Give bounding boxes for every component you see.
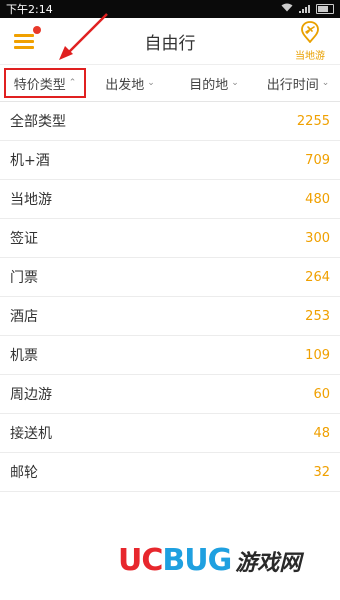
category-label: 周边游 [10, 387, 52, 403]
filter-label: 出行时间 [266, 77, 319, 93]
category-count: 60 [313, 386, 330, 402]
category-count: 109 [305, 347, 330, 363]
category-label: 签证 [10, 231, 38, 247]
category-label: 机+酒 [10, 153, 50, 169]
list-item[interactable]: 机票 109 [0, 336, 340, 375]
category-count: 480 [305, 191, 330, 207]
chevron-down-icon: ⌄ [147, 78, 155, 88]
location-plane-icon [300, 20, 320, 47]
list-item[interactable]: 周边游 60 [0, 375, 340, 414]
app-header: 自由行 当地游 [0, 18, 340, 65]
chevron-down-icon: ⌄ [321, 78, 330, 88]
category-count: 264 [305, 269, 330, 285]
notification-dot [33, 26, 41, 34]
chevron-up-icon: ⌃ [68, 78, 77, 88]
category-label: 接送机 [10, 426, 52, 442]
category-list: 全部类型 2255 机+酒 709 当地游 480 签证 300 门票 264 … [0, 102, 340, 492]
list-item[interactable]: 酒店 253 [0, 297, 340, 336]
status-bar: 下午2:14 [0, 0, 340, 18]
menu-button[interactable] [0, 18, 44, 64]
status-icons [281, 3, 334, 15]
filter-tab-travel-time[interactable]: 出行时间 ⌄ [256, 65, 340, 101]
category-label: 酒店 [10, 309, 38, 325]
category-count: 48 [313, 425, 330, 441]
filter-tab-deal-type[interactable]: 特价类型 ⌃ [4, 68, 86, 98]
filter-tab-departure[interactable]: 出发地 ⌄ [88, 65, 172, 101]
watermark-uc: UC [118, 543, 163, 578]
list-item[interactable]: 全部类型 2255 [0, 102, 340, 141]
filter-label: 目的地 [189, 77, 229, 93]
list-item[interactable]: 签证 300 [0, 219, 340, 258]
filter-label: 特价类型 [13, 77, 66, 93]
filter-tab-destination[interactable]: 目的地 ⌄ [172, 65, 256, 101]
filter-label: 出发地 [105, 77, 145, 93]
filter-bar: 特价类型 ⌃ 出发地 ⌄ 目的地 ⌄ 出行时间 ⌄ [0, 65, 340, 102]
local-tour-button[interactable]: 当地游 [280, 18, 340, 64]
category-count: 253 [305, 308, 330, 324]
signal-icon [299, 5, 310, 13]
category-label: 机票 [10, 348, 38, 364]
category-label: 全部类型 [10, 114, 66, 130]
list-item[interactable]: 机+酒 709 [0, 141, 340, 180]
category-count: 300 [305, 230, 330, 246]
watermark-text: 游戏网 [235, 549, 302, 576]
status-time: 下午2:14 [6, 3, 53, 16]
category-count: 2255 [296, 113, 330, 129]
annotation-arrow [59, 13, 108, 60]
list-item[interactable]: 当地游 480 [0, 180, 340, 219]
watermark-bug: BUG [162, 543, 232, 578]
category-label: 邮轮 [10, 465, 38, 481]
list-item[interactable]: 接送机 48 [0, 414, 340, 453]
battery-icon [316, 4, 334, 14]
watermark-logo: UC BUG 游戏网 [118, 543, 301, 578]
category-label: 门票 [10, 270, 38, 286]
list-item[interactable]: 邮轮 32 [0, 453, 340, 492]
category-label: 当地游 [10, 192, 52, 208]
local-tour-label: 当地游 [295, 50, 325, 62]
category-count: 709 [305, 152, 330, 168]
wifi-icon [281, 3, 293, 15]
chevron-down-icon: ⌄ [231, 78, 239, 88]
category-count: 32 [313, 464, 330, 480]
list-item[interactable]: 门票 264 [0, 258, 340, 297]
